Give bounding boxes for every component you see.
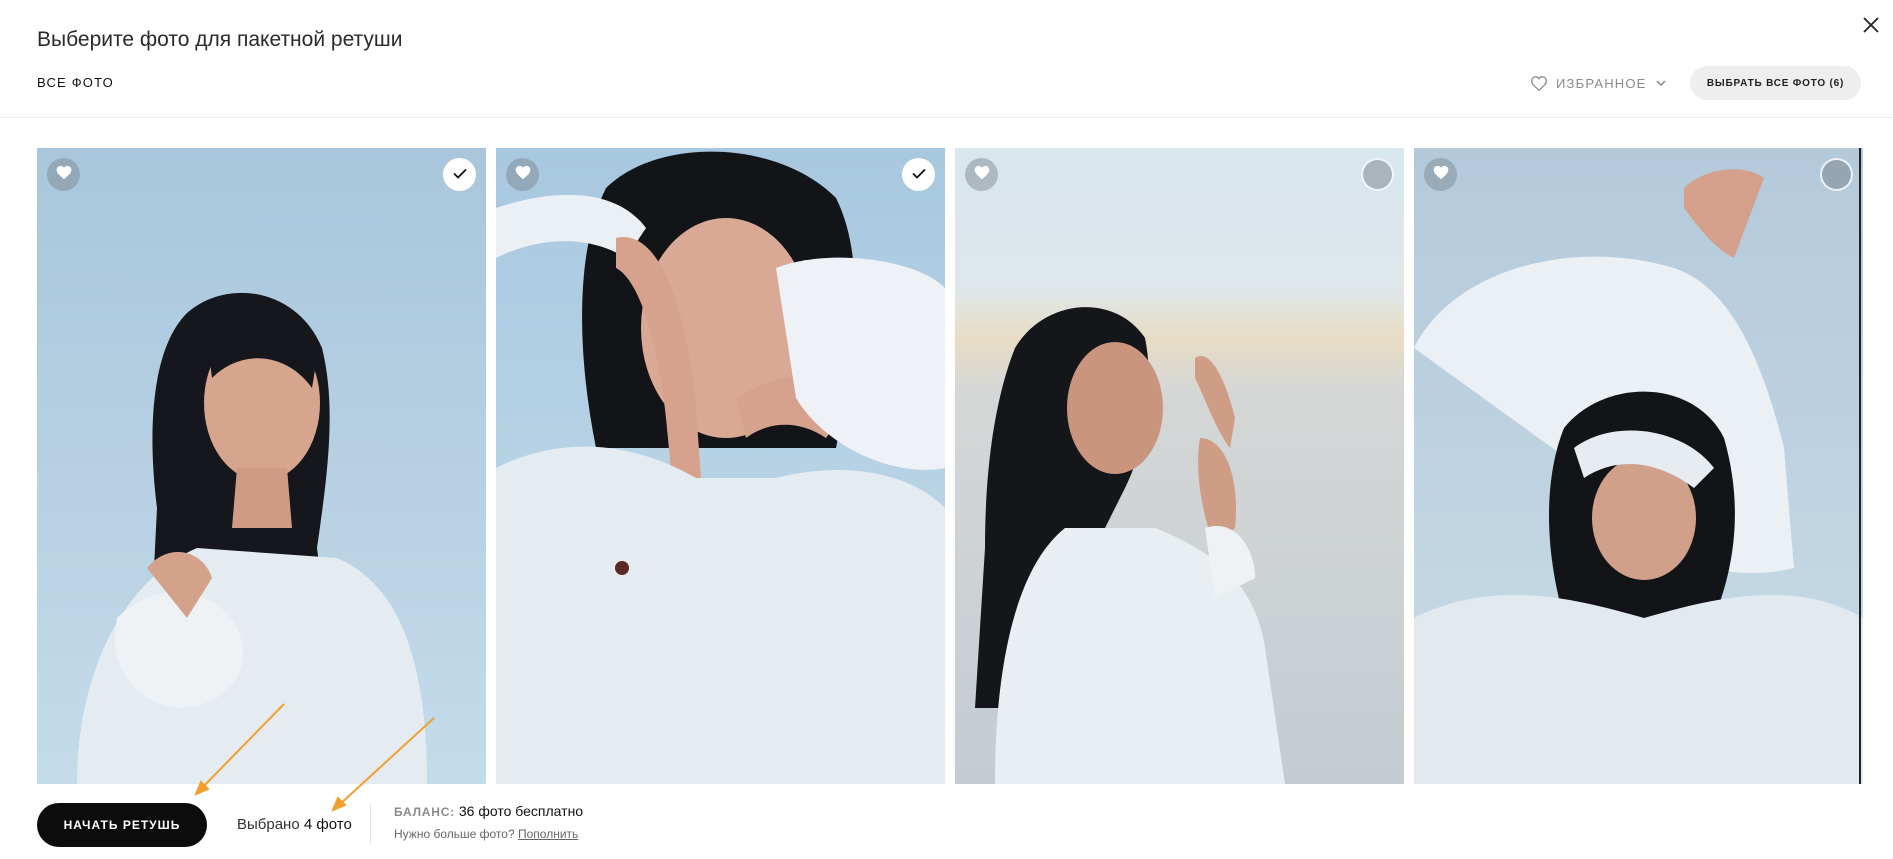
checkmark-icon bbox=[911, 166, 926, 184]
favorite-toggle[interactable] bbox=[965, 158, 998, 191]
selected-count-value: 4 фото bbox=[303, 816, 352, 833]
header: Выберите фото для пакетной ретуши ВСЕ ФО… bbox=[0, 0, 1893, 118]
favorites-filter[interactable]: ИЗБРАННОЕ bbox=[1531, 72, 1666, 94]
grid-scrollbar[interactable] bbox=[1859, 148, 1861, 784]
selected-prefix: Выбрано bbox=[237, 816, 300, 833]
photo-card[interactable] bbox=[1414, 148, 1863, 784]
balance-label: БАЛАНС: bbox=[394, 805, 455, 819]
photo-grid bbox=[37, 148, 1863, 784]
balance-info: БАЛАНС: 36 фото бесплатно bbox=[394, 803, 583, 819]
start-retouch-button[interactable]: НАЧАТЬ РЕТУШЬ bbox=[37, 803, 207, 847]
chevron-down-icon bbox=[1656, 80, 1666, 86]
photo-card[interactable] bbox=[37, 148, 486, 784]
need-more-text: Нужно больше фото? bbox=[394, 827, 515, 841]
photo-image bbox=[955, 148, 1404, 784]
tab-all-photos[interactable]: ВСЕ ФОТО bbox=[37, 75, 114, 90]
footer-bar: НАЧАТЬ РЕТУШЬ Выбрано 4 фото БАЛАНС: 36 … bbox=[0, 784, 1893, 859]
checkmark-icon bbox=[452, 166, 467, 184]
select-all-button[interactable]: ВЫБРАТЬ ВСЕ ФОТО (6) bbox=[1690, 66, 1861, 100]
select-checkbox[interactable] bbox=[902, 158, 935, 191]
favorites-filter-label: ИЗБРАННОЕ bbox=[1556, 75, 1647, 91]
photo-image bbox=[37, 148, 486, 784]
select-checkbox[interactable] bbox=[443, 158, 476, 191]
balance-value: 36 фото бесплатно bbox=[458, 803, 584, 819]
top-up-link[interactable]: Пополнить bbox=[518, 827, 578, 841]
selected-count: Выбрано 4 фото bbox=[237, 816, 352, 833]
photo-card[interactable] bbox=[496, 148, 945, 784]
divider bbox=[370, 804, 371, 844]
photo-card[interactable] bbox=[955, 148, 1404, 784]
heart-icon bbox=[974, 165, 990, 185]
photo-image bbox=[1414, 148, 1863, 784]
page-title: Выберите фото для пакетной ретуши bbox=[37, 28, 403, 51]
favorite-toggle[interactable] bbox=[47, 158, 80, 191]
favorite-toggle[interactable] bbox=[1424, 158, 1457, 191]
photo-image bbox=[496, 148, 945, 784]
need-more-info: Нужно больше фото? Пополнить bbox=[394, 827, 578, 841]
favorite-toggle[interactable] bbox=[506, 158, 539, 191]
select-checkbox[interactable] bbox=[1361, 158, 1394, 191]
heart-icon bbox=[56, 165, 72, 185]
select-checkbox[interactable] bbox=[1820, 158, 1853, 191]
heart-icon bbox=[1433, 165, 1449, 185]
heart-icon bbox=[515, 165, 531, 185]
close-icon[interactable] bbox=[1859, 13, 1883, 37]
heart-outline-icon bbox=[1531, 75, 1547, 91]
